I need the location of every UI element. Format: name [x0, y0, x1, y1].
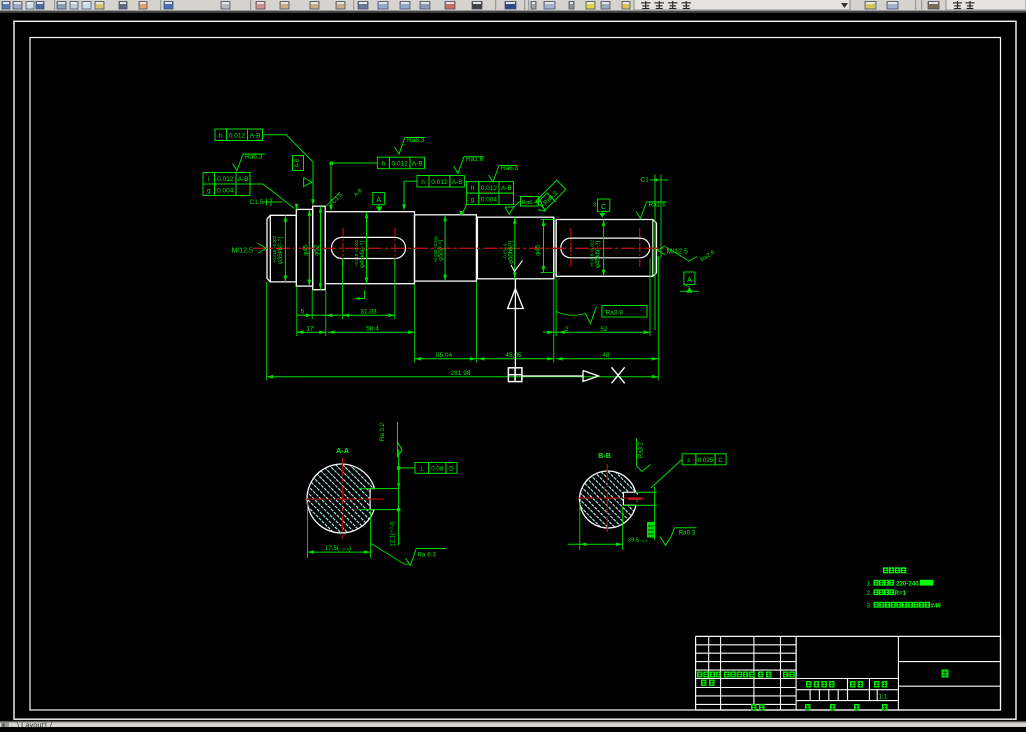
svg-text:0.025: 0.025: [698, 457, 714, 464]
svg-text:⊥: ⊥: [686, 457, 691, 464]
svg-text:φ45k6(¹·⁵): φ45k6(¹·⁵): [359, 241, 366, 268]
svg-text:⊥: ⊥: [419, 465, 424, 472]
svg-text:17: 17: [306, 325, 314, 332]
svg-text:M/12.5: M/12.5: [232, 248, 254, 255]
svg-text:3: 3: [593, 203, 596, 209]
svg-text:g: g: [471, 197, 475, 204]
svg-text:A-B: A-B: [250, 133, 261, 140]
svg-text:C1: C1: [641, 176, 650, 183]
svg-text:Ra3.9: Ra3.9: [606, 310, 624, 317]
svg-text:D: D: [449, 465, 454, 472]
svg-text:Ra6.4: Ra6.4: [522, 200, 538, 206]
svg-text:C: C: [718, 457, 723, 464]
svg-text:φ45: φ45: [535, 244, 542, 255]
svg-text:+0.030 +0.011: +0.030 +0.011: [433, 235, 438, 262]
svg-text:0.012: 0.012: [229, 133, 246, 140]
svg-text:0.012: 0.012: [481, 185, 498, 192]
svg-text:A-B: A-B: [238, 176, 249, 183]
svg-text:Ra6.3: Ra6.3: [501, 165, 519, 172]
svg-text:0.012: 0.012: [431, 179, 448, 186]
svg-text:+0.018 +0.002: +0.018 +0.002: [590, 239, 595, 267]
svg-text:0.012: 0.012: [392, 161, 409, 168]
svg-text:Ra3.2: Ra3.2: [639, 441, 645, 458]
svg-text:R=1: R=1: [895, 590, 907, 597]
svg-text:31.03: 31.03: [360, 309, 377, 316]
svg-text:2: 2: [565, 326, 569, 333]
svg-text:C: C: [601, 204, 606, 211]
svg-text:i: i: [208, 176, 209, 183]
svg-text:+0.018 +0.002: +0.018 +0.002: [354, 239, 359, 267]
svg-text:Ra 6.3: Ra 6.3: [418, 552, 437, 559]
svg-text:B-B: B-B: [598, 451, 611, 460]
svg-text:g: g: [207, 188, 211, 195]
svg-text:Ra1.6: Ra1.6: [649, 201, 667, 208]
svg-text:220-240: 220-240: [896, 580, 919, 587]
svg-text:2.: 2.: [867, 590, 873, 597]
svg-text:φ50h6(¹): φ50h6(¹): [508, 241, 514, 264]
svg-text:0.004: 0.004: [217, 188, 234, 195]
svg-text:85.04: 85.04: [436, 352, 453, 359]
svg-text:+0.018 +0.002: +0.018 +0.002: [272, 235, 277, 263]
svg-text:Ra 3.2: Ra 3.2: [379, 422, 386, 441]
svg-text:0.012: 0.012: [217, 176, 234, 183]
svg-text:h: h: [382, 161, 386, 168]
svg-text:Ra6.3: Ra6.3: [679, 530, 696, 537]
svg-text:0.004: 0.004: [481, 197, 498, 204]
svg-text:3.: 3.: [867, 603, 873, 610]
svg-text:φ50(¹·⁵): φ50(¹·⁵): [438, 240, 445, 261]
svg-text:281.98: 281.98: [451, 370, 471, 377]
svg-text:h: h: [471, 185, 475, 192]
svg-text:1.: 1.: [867, 581, 873, 588]
svg-text:A: A: [687, 277, 692, 284]
svg-text:A-A: A-A: [336, 446, 349, 455]
svg-text:0.08: 0.08: [431, 465, 444, 472]
svg-text:48: 48: [602, 352, 610, 359]
svg-text:A: A: [376, 197, 381, 204]
svg-text:φ45k6(¹·⁵): φ45k6(¹·⁵): [595, 241, 602, 268]
svg-text:1:1: 1:1: [878, 694, 887, 701]
svg-text:φ52: φ52: [314, 244, 321, 255]
svg-text:5: 5: [301, 309, 305, 316]
svg-text:-0.034 0: -0.034 0: [503, 243, 508, 259]
svg-text:φ35k6(¹·⁵): φ35k6(¹·⁵): [277, 237, 284, 264]
svg-text:Ra1.6: Ra1.6: [466, 156, 484, 163]
svg-text:h: h: [219, 133, 223, 140]
svg-text:45.05: 45.05: [505, 352, 522, 359]
svg-text:\ Layout1 /: \ Layout1 /: [17, 721, 53, 728]
svg-text:Ra6.3: Ra6.3: [245, 154, 263, 161]
svg-text:A-B: A-B: [412, 161, 423, 168]
svg-text:52: 52: [600, 326, 608, 333]
svg-text:A-B: A-B: [295, 158, 301, 167]
svg-text:12.1(⁺⁰·²): 12.1(⁺⁰·²): [390, 521, 397, 546]
svg-text:#40: #40: [931, 602, 942, 609]
svg-text:A-B: A-B: [501, 185, 512, 192]
svg-text:Ra6.3: Ra6.3: [407, 137, 425, 144]
svg-text:C1.5: C1.5: [250, 199, 264, 206]
svg-text:A-B: A-B: [452, 179, 463, 186]
svg-text:58.4: 58.4: [366, 325, 379, 332]
svg-text:17.5(₋₀.₅): 17.5(₋₀.₅): [325, 545, 351, 552]
svg-text:h: h: [421, 179, 425, 186]
svg-text:φ45: φ45: [303, 244, 310, 255]
svg-text:39.5₋₀.₁: 39.5₋₀.₁: [628, 538, 648, 544]
